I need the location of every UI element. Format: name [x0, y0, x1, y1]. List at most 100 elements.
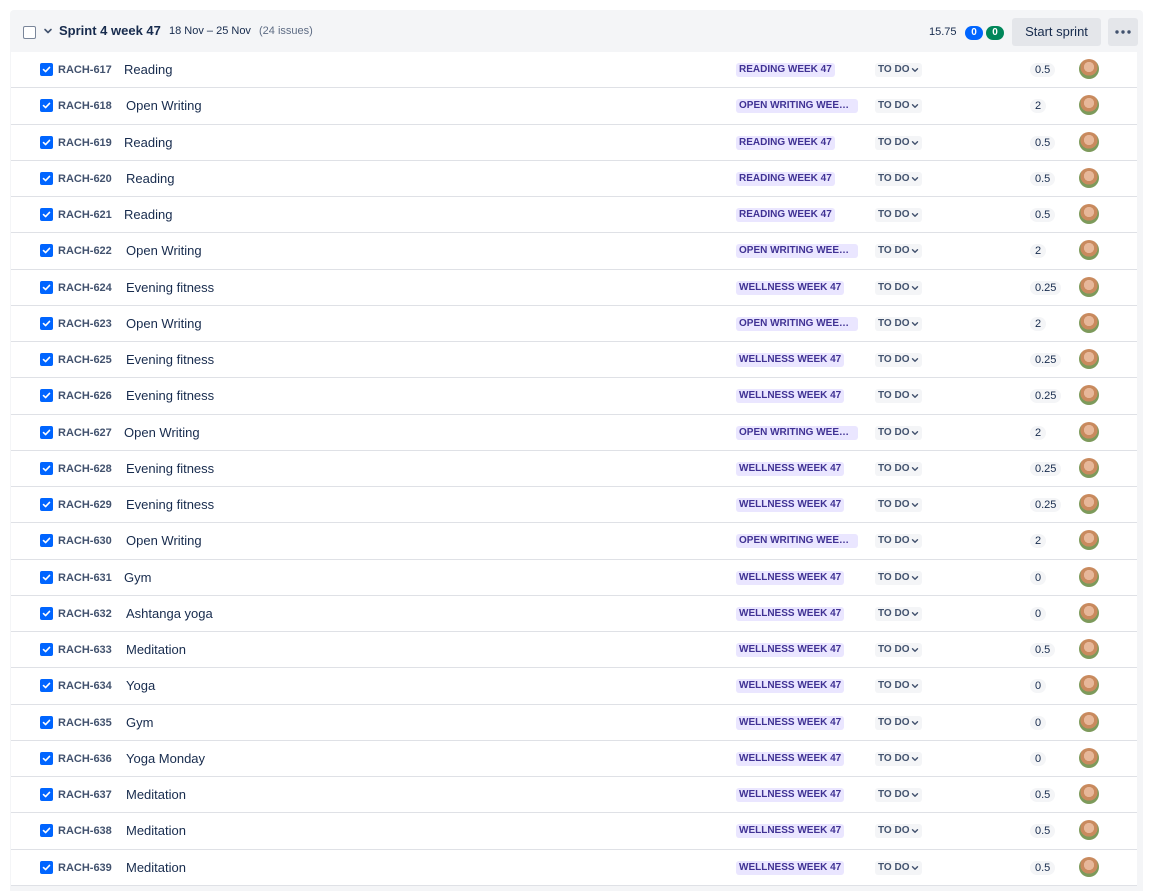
issue-key[interactable]: RACH-633: [58, 644, 112, 656]
issue-row[interactable]: RACH-632 Ashtanga yoga WELLNESS WEEK 47 TO …: [11, 595, 1137, 632]
story-point-estimate[interactable]: 0.5: [1030, 63, 1056, 77]
epic-label[interactable]: WELLNESS WEEK 47: [736, 751, 845, 766]
status-dropdown[interactable]: TO DO: [875, 353, 923, 367]
issue-row[interactable]: RACH-617 Reading READING WEEK 47 TO DO 0.5: [11, 52, 1137, 89]
story-point-estimate[interactable]: 0.25: [1030, 461, 1062, 476]
status-dropdown[interactable]: TO DO: [875, 316, 923, 331]
epic-label[interactable]: OPEN WRITING WEEK 47: [736, 425, 858, 440]
story-point-estimate[interactable]: 0: [1030, 606, 1047, 621]
assignee-avatar[interactable]: [1079, 421, 1099, 442]
story-point-estimate[interactable]: 2: [1030, 99, 1047, 114]
status-dropdown[interactable]: TO DO: [875, 534, 923, 549]
issue-summary[interactable]: Meditation: [126, 823, 186, 838]
issue-row[interactable]: RACH-619 Reading READING WEEK 47 TO DO 0.5: [11, 124, 1137, 161]
epic-label[interactable]: OPEN WRITING WEEK 47: [736, 316, 858, 331]
story-point-estimate[interactable]: 0.5: [1030, 824, 1056, 839]
issue-key[interactable]: RACH-618: [58, 100, 112, 112]
assignee-avatar[interactable]: [1079, 240, 1099, 261]
assignee-avatar[interactable]: [1079, 95, 1099, 116]
story-point-estimate[interactable]: 0.25: [1030, 353, 1062, 367]
epic-label[interactable]: WELLNESS WEEK 47: [736, 280, 845, 295]
assignee-avatar[interactable]: [1079, 457, 1099, 478]
story-point-estimate[interactable]: 0.5: [1030, 643, 1056, 657]
status-dropdown[interactable]: TO DO: [875, 135, 923, 150]
story-point-estimate[interactable]: 2: [1030, 534, 1047, 549]
issue-row[interactable]: RACH-620 Reading READING WEEK 47 TO DO 0.5: [11, 160, 1137, 197]
epic-label[interactable]: READING WEEK 47: [736, 171, 835, 186]
epic-label[interactable]: WELLNESS WEEK 47: [736, 389, 845, 404]
issue-summary[interactable]: Yoga: [126, 678, 155, 693]
assignee-avatar[interactable]: [1079, 494, 1099, 514]
assignee-avatar[interactable]: [1079, 167, 1099, 188]
status-dropdown[interactable]: TO DO: [875, 208, 923, 222]
epic-label[interactable]: WELLNESS WEEK 47: [736, 570, 845, 585]
issue-row[interactable]: RACH-639 Meditation WELLNESS WEEK 47 TO DO 0…: [11, 849, 1137, 886]
sprint-name[interactable]: Sprint 4 week 47: [59, 23, 161, 38]
story-point-estimate[interactable]: 0: [1030, 715, 1047, 730]
issue-summary[interactable]: Evening fitness: [126, 280, 214, 295]
status-dropdown[interactable]: TO DO: [875, 99, 923, 114]
issue-summary[interactable]: Gym: [126, 715, 153, 730]
epic-label[interactable]: OPEN WRITING WEEK 47: [736, 534, 858, 549]
assignee-avatar[interactable]: [1079, 602, 1099, 623]
issue-summary[interactable]: Open Writing: [126, 316, 202, 331]
issue-key[interactable]: RACH-639: [58, 862, 112, 874]
issue-key[interactable]: RACH-638: [58, 825, 112, 837]
issue-key[interactable]: RACH-626: [58, 390, 112, 402]
issue-summary[interactable]: Evening fitness: [126, 461, 214, 476]
epic-label[interactable]: OPEN WRITING WEEK 47: [736, 99, 858, 114]
issue-summary[interactable]: Reading: [126, 171, 174, 186]
status-dropdown[interactable]: TO DO: [875, 244, 923, 259]
epic-label[interactable]: WELLNESS WEEK 47: [736, 715, 845, 730]
story-point-estimate[interactable]: 0.5: [1030, 788, 1056, 802]
status-dropdown[interactable]: TO DO: [875, 461, 923, 476]
epic-label[interactable]: WELLNESS WEEK 47: [736, 606, 845, 621]
issue-summary[interactable]: Open Writing: [124, 425, 200, 440]
status-dropdown[interactable]: TO DO: [875, 860, 923, 875]
assignee-avatar[interactable]: [1079, 312, 1099, 333]
status-dropdown[interactable]: TO DO: [875, 171, 923, 186]
issue-summary[interactable]: Reading: [124, 135, 172, 150]
issue-summary[interactable]: Gym: [124, 570, 151, 585]
story-point-estimate[interactable]: 2: [1030, 425, 1047, 440]
issue-row[interactable]: RACH-624 Evening fitness WELLNESS WEEK 47 T…: [11, 269, 1137, 306]
epic-label[interactable]: READING WEEK 47: [736, 135, 835, 150]
issue-key[interactable]: RACH-620: [58, 173, 112, 185]
status-dropdown[interactable]: TO DO: [875, 389, 923, 404]
issue-row[interactable]: RACH-629 Evening fitness WELLNESS WEEK 47 T…: [11, 487, 1137, 524]
issue-summary[interactable]: Meditation: [126, 642, 186, 657]
epic-label[interactable]: READING WEEK 47: [736, 63, 835, 77]
story-point-estimate[interactable]: 0.5: [1030, 135, 1056, 150]
story-point-estimate[interactable]: 0.25: [1030, 389, 1062, 404]
epic-label[interactable]: OPEN WRITING WEEK 47: [736, 244, 858, 259]
epic-label[interactable]: WELLNESS WEEK 47: [736, 824, 845, 839]
assignee-avatar[interactable]: [1079, 131, 1099, 152]
epic-label[interactable]: WELLNESS WEEK 47: [736, 679, 845, 694]
issue-summary[interactable]: Reading: [124, 207, 172, 222]
issue-row[interactable]: RACH-621 Reading READING WEEK 47 TO DO 0.5: [11, 197, 1137, 234]
chevron-down-icon[interactable]: [42, 25, 54, 37]
issue-summary[interactable]: Meditation: [126, 787, 186, 802]
status-dropdown[interactable]: TO DO: [875, 715, 923, 730]
status-dropdown[interactable]: TO DO: [875, 788, 923, 802]
story-point-estimate[interactable]: 0.25: [1030, 498, 1062, 512]
epic-label[interactable]: WELLNESS WEEK 47: [736, 353, 845, 367]
issue-row[interactable]: RACH-628 Evening fitness WELLNESS WEEK 47 T…: [11, 450, 1137, 487]
issue-key[interactable]: RACH-632: [58, 608, 112, 620]
story-point-estimate[interactable]: 0.5: [1030, 860, 1056, 875]
story-point-estimate[interactable]: 0.5: [1030, 208, 1056, 222]
issue-key[interactable]: RACH-628: [58, 463, 112, 475]
story-point-estimate[interactable]: 2: [1030, 244, 1047, 259]
start-sprint-button[interactable]: Start sprint: [1012, 18, 1101, 46]
issue-key[interactable]: RACH-631: [58, 572, 112, 584]
issue-row[interactable]: RACH-622 Open Writing OPEN WRITING WEEK 47…: [11, 233, 1137, 270]
assignee-avatar[interactable]: [1079, 820, 1099, 841]
assignee-avatar[interactable]: [1079, 566, 1099, 587]
issue-summary[interactable]: Open Writing: [126, 533, 202, 548]
issue-row[interactable]: RACH-618 Open Writing OPEN WRITING WEEK 47…: [11, 88, 1137, 125]
issue-row[interactable]: RACH-631 Gym WELLNESS WEEK 47 TO DO 0: [11, 559, 1137, 596]
status-dropdown[interactable]: TO DO: [875, 498, 923, 512]
epic-label[interactable]: WELLNESS WEEK 47: [736, 461, 845, 476]
issue-summary[interactable]: Open Writing: [126, 243, 202, 258]
story-point-estimate[interactable]: 0: [1030, 679, 1047, 694]
